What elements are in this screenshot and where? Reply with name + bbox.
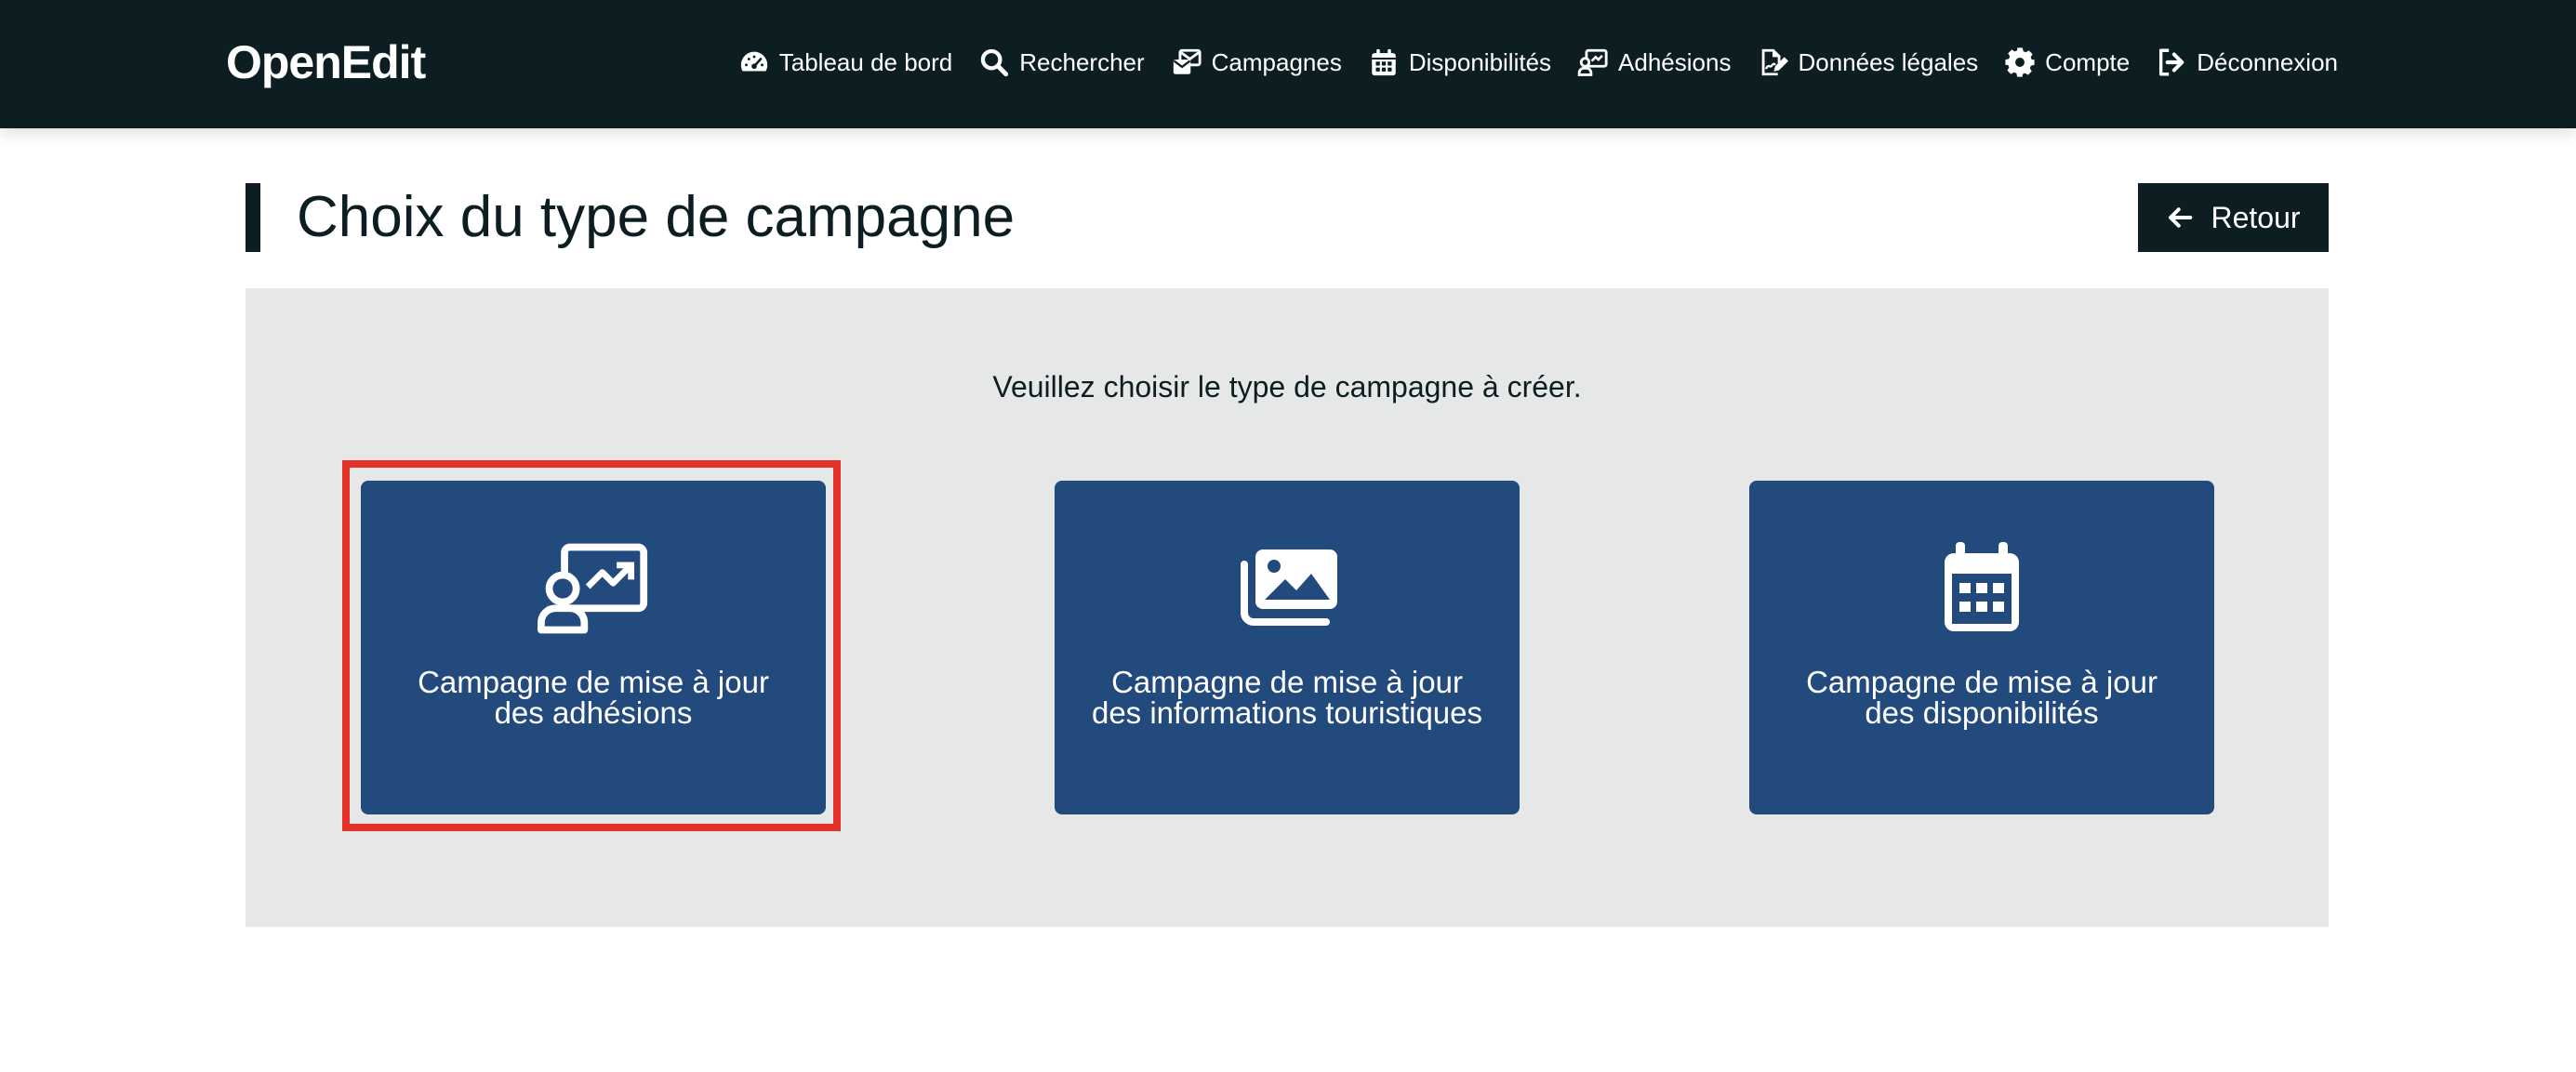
card-label: Campagne de mise à jour des informations… bbox=[1073, 667, 1501, 728]
campaign-card-memberships[interactable]: Campagne de mise à jour des adhésions bbox=[361, 481, 826, 814]
card-label: Campagne de mise à jour des adhésions bbox=[379, 667, 807, 728]
page-header: Choix du type de campagne Retour bbox=[246, 183, 2329, 252]
search-icon bbox=[981, 48, 1009, 77]
nav-item-legal-data[interactable]: Données légales bbox=[1757, 46, 1978, 78]
gauge-icon bbox=[740, 51, 767, 72]
card-icon-wrapper bbox=[1926, 542, 2038, 635]
nav-item-label: Rechercher bbox=[1019, 47, 1145, 76]
back-button-label: Retour bbox=[2211, 200, 2301, 234]
file-signature-icon bbox=[1762, 48, 1789, 76]
nav-item-logout[interactable]: Déconnexion bbox=[2156, 46, 2338, 78]
nav-item-label: Déconnexion bbox=[2197, 47, 2338, 76]
card-label-line2: des adhésions bbox=[494, 695, 693, 730]
nav-item-label: Campagnes bbox=[1211, 47, 1342, 76]
campaign-card-availability[interactable]: Campagne de mise à jour des disponibilit… bbox=[1749, 481, 2214, 814]
card-label-line1: Campagne de mise à jour bbox=[418, 665, 769, 699]
campaign-card-tourist-info[interactable]: Campagne de mise à jour des informations… bbox=[1055, 481, 1520, 814]
main-nav: Tableau de bord Rechercher Campagnes Dis… bbox=[738, 0, 2338, 125]
user-chart-icon bbox=[538, 543, 648, 634]
page-title: Choix du type de campagne bbox=[297, 185, 1016, 249]
nav-item-memberships[interactable]: Adhésions bbox=[1577, 46, 1731, 78]
card-label-line1: Campagne de mise à jour bbox=[1806, 665, 2158, 699]
instruction-text: Veuillez choisir le type de campagne à c… bbox=[992, 370, 1582, 404]
brand-logo[interactable]: OpenEdit bbox=[226, 35, 426, 89]
gear-icon bbox=[2005, 47, 2035, 77]
calendar-icon bbox=[1945, 542, 2019, 631]
card-icon-wrapper bbox=[538, 542, 649, 635]
nav-item-dashboard[interactable]: Tableau de bord bbox=[738, 46, 952, 78]
card-label: Campagne de mise à jour des disponibilit… bbox=[1768, 667, 2196, 728]
campaign-icon bbox=[1173, 48, 1202, 74]
calendar-icon bbox=[1372, 48, 1396, 76]
nav-item-label: Données légales bbox=[1798, 47, 1979, 76]
nav-item-search[interactable]: Rechercher bbox=[978, 46, 1145, 78]
nav-item-label: Tableau de bord bbox=[778, 47, 953, 76]
nav-item-label: Compte bbox=[2045, 47, 2131, 76]
card-icon-wrapper bbox=[1231, 542, 1343, 635]
user-chart-icon bbox=[1577, 48, 1608, 76]
title-accent-bar bbox=[246, 183, 260, 252]
nav-item-campaigns[interactable]: Campagnes bbox=[1171, 46, 1342, 78]
images-icon bbox=[1241, 549, 1337, 626]
card-label-line2: des disponibilités bbox=[1865, 695, 2099, 730]
nav-item-account[interactable]: Compte bbox=[2004, 46, 2130, 78]
card-label-line1: Campagne de mise à jour bbox=[1111, 665, 1463, 699]
nav-item-label: Disponibilités bbox=[1408, 47, 1552, 76]
logout-icon bbox=[2159, 48, 2184, 76]
nav-item-availability[interactable]: Disponibilités bbox=[1368, 46, 1551, 78]
card-label-line2: des informations touristiques bbox=[1091, 695, 1483, 730]
nav-item-label: Adhésions bbox=[1618, 47, 1732, 76]
arrow-left-icon bbox=[2169, 207, 2193, 228]
back-button[interactable]: Retour bbox=[2138, 183, 2329, 252]
top-navbar: OpenEdit Tableau de bord Rechercher Camp… bbox=[0, 0, 2576, 128]
campaign-type-panel: Veuillez choisir le type de campagne à c… bbox=[246, 288, 2329, 927]
